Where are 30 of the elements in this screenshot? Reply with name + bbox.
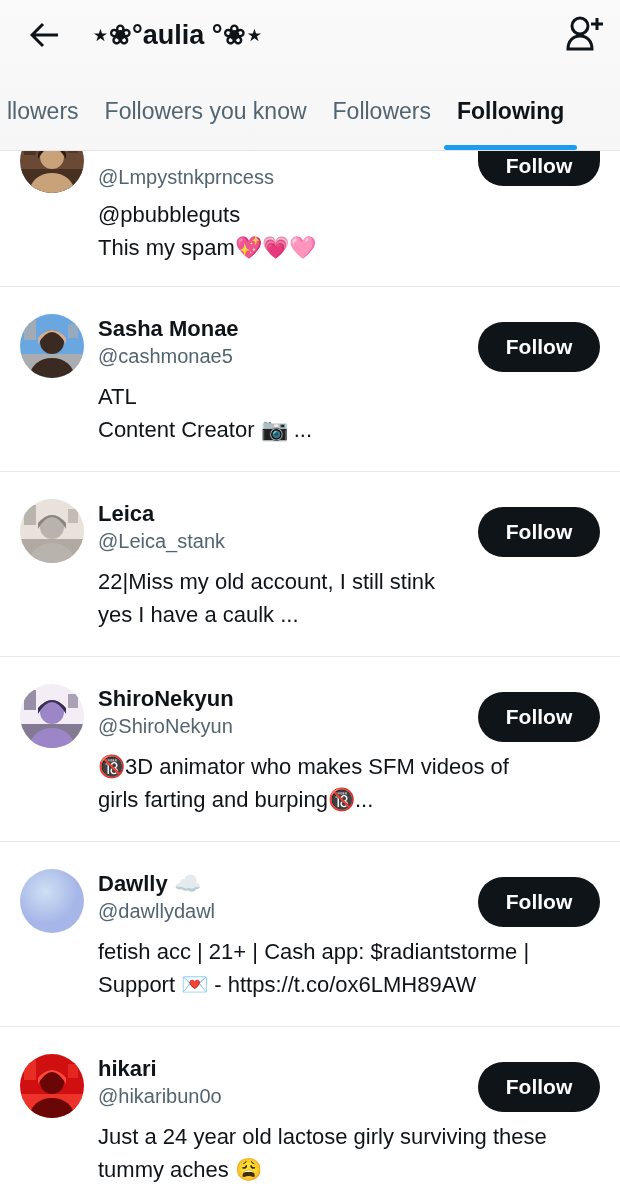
follow-button[interactable]: Follow [478, 151, 600, 186]
follow-button[interactable]: Follow [478, 1062, 600, 1112]
follow-button[interactable]: Follow [478, 692, 600, 742]
user-name[interactable]: Sasha Monae [98, 316, 239, 341]
user-handle: @Lmpystnkprncess [98, 165, 274, 190]
user-bio: ATL Content Creator 📷 ... [98, 383, 314, 444]
user-name[interactable]: Leica [98, 501, 155, 526]
back-icon[interactable] [30, 22, 60, 48]
add-user-icon[interactable] [566, 15, 604, 51]
user-name[interactable]: hikari [98, 1056, 157, 1081]
user-handle: @dawllydawl [98, 899, 215, 924]
profile-name: ⋆❀°aulia °❀⋆ [92, 19, 264, 52]
user-bio: 22|Miss my old account, I still stink yes I have a caulk ... [98, 568, 437, 629]
tab[interactable]: Followers [319, 86, 444, 150]
user-handle: @ShiroNekyun [98, 714, 234, 739]
tab[interactable]: llowers [0, 86, 92, 150]
follow-button[interactable]: Follow [478, 877, 600, 927]
user-handle: @Leica_stank [98, 529, 226, 554]
user-bio: Just a 24 year old lactose girly surviving these tummy aches 😩 [98, 1123, 548, 1184]
user-handle: @hikaribun0o [98, 1084, 222, 1109]
follow-button[interactable]: Follow [478, 322, 600, 372]
user-name[interactable]: Dawlly ☁ [98, 871, 201, 896]
follow-button[interactable]: Follow [478, 507, 600, 557]
user-bio: 🔞3D animator who makes SFM videos of girls farting and burping🔞... [98, 753, 510, 814]
user-bio: @pbubbleguts This my spam💖💗🩷 [98, 201, 317, 262]
tab[interactable]: Followers you know [91, 86, 320, 150]
tab[interactable]: Following [443, 86, 578, 150]
user-handle: @cashmonae5 [98, 344, 234, 369]
user-bio: fetish acc | 21+ | Cash app: $radiantstorme | Support 💌 - https://t.co/ox6LMH89AW [98, 938, 531, 999]
user-name[interactable]: ShiroNekyun [98, 686, 234, 711]
